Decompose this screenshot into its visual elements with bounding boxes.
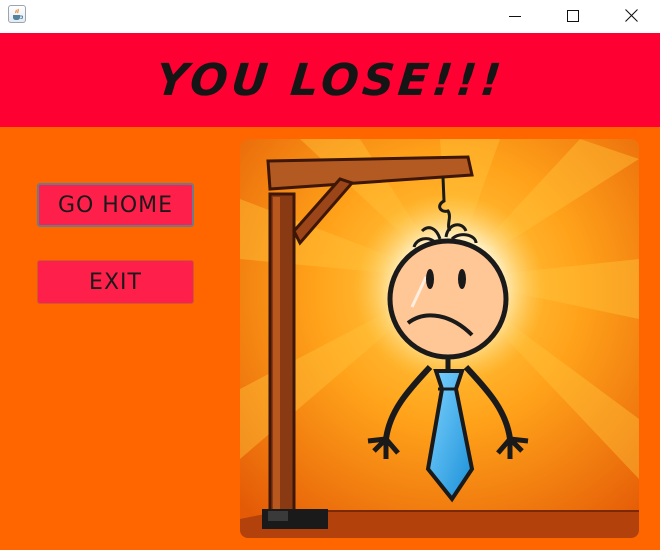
- content-panel: GO HOME EXIT: [0, 127, 660, 550]
- game-window: YOU LOSE!!! GO HOME EXIT: [0, 0, 660, 550]
- result-banner: YOU LOSE!!!: [0, 33, 660, 127]
- close-icon: [624, 9, 638, 22]
- go-home-button[interactable]: GO HOME: [37, 183, 194, 227]
- result-title: YOU LOSE!!!: [153, 54, 507, 106]
- minimize-icon: [509, 15, 521, 17]
- close-button[interactable]: [602, 0, 660, 31]
- exit-button[interactable]: EXIT: [37, 260, 194, 304]
- maximize-icon: [567, 9, 579, 22]
- hangman-stick-figure-image: [240, 139, 639, 538]
- title-bar: [0, 0, 660, 33]
- minimize-button[interactable]: [486, 0, 544, 31]
- java-coffee-icon: [8, 5, 26, 23]
- maximize-button[interactable]: [544, 0, 602, 31]
